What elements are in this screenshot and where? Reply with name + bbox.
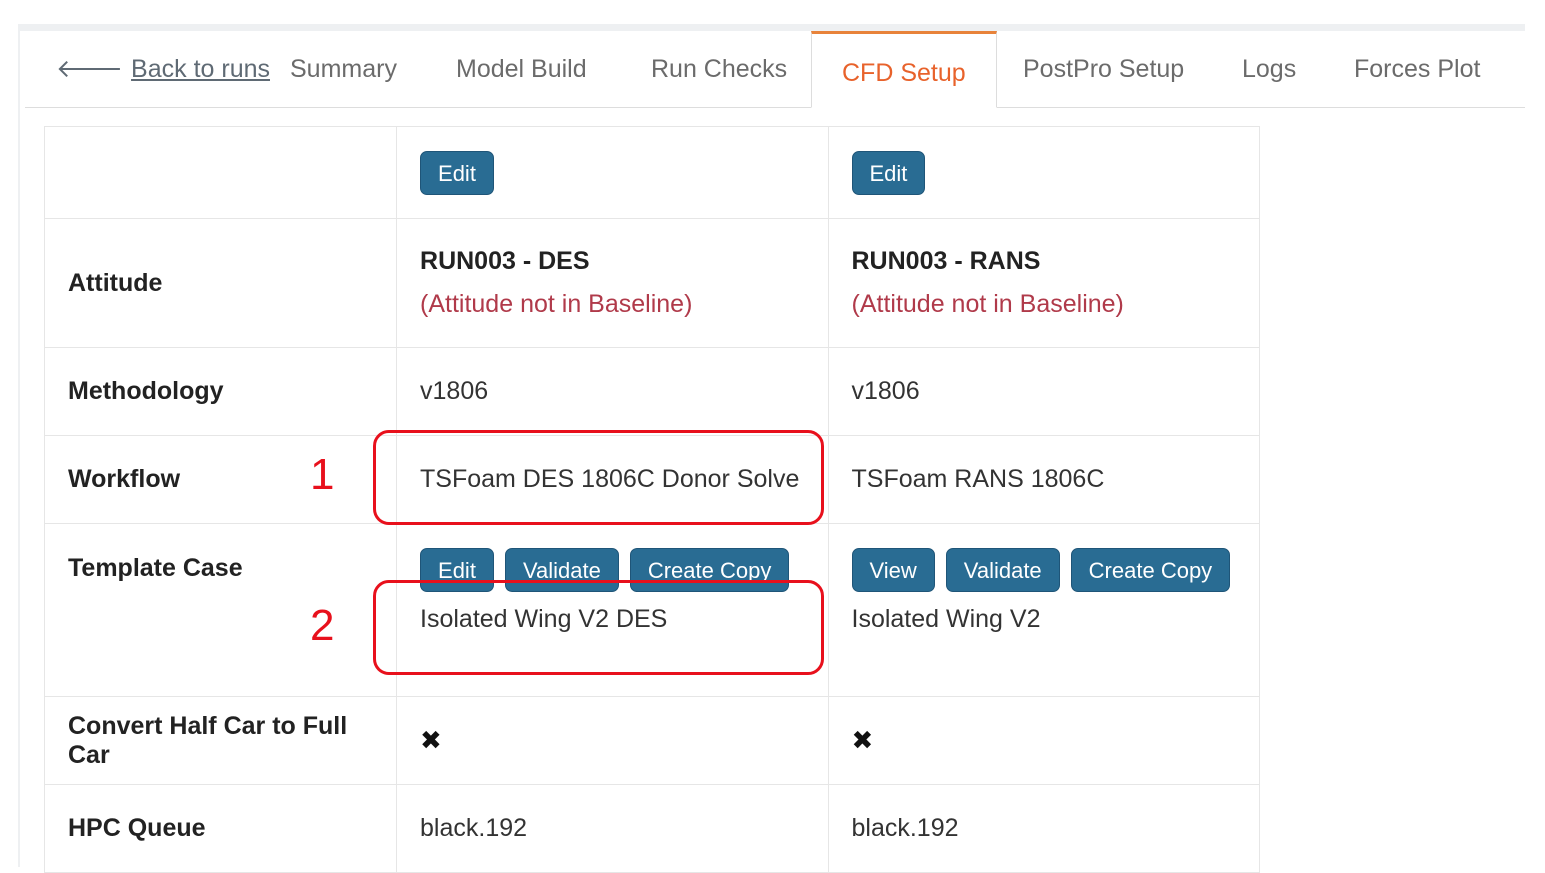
validate-button[interactable]: Validate [945, 548, 1060, 592]
empty-cell [43, 126, 398, 219]
cell: RUN003 - RANS (Attitude not in Baseline) [827, 218, 1260, 348]
attitude-value: RUN003 - RANS [851, 247, 1041, 275]
row-label: HPC Queue [43, 784, 398, 873]
table-row: Methodology v1806 v1806 [43, 347, 1260, 436]
row-label: Convert Half Car to Full Car [43, 696, 398, 785]
row-label: Attitude [43, 218, 398, 348]
row-label: Workflow [43, 435, 398, 524]
annotation-number-2: 2 [310, 601, 335, 650]
cell: View Validate Create Copy Isolated Wing V2 [827, 523, 1260, 697]
hpc-queue-value: black.192 [827, 784, 1260, 873]
tab-logs[interactable]: Logs [1242, 31, 1296, 107]
hpc-queue-value: black.192 [396, 784, 829, 873]
annotation-box-2 [373, 580, 824, 675]
cell: Edit [827, 126, 1260, 219]
annotation-number-1: 1 [310, 450, 335, 499]
attitude-warning: (Attitude not in Baseline) [420, 290, 693, 318]
back-label: Back to runs [131, 55, 270, 83]
methodology-value: v1806 [396, 347, 829, 436]
back-to-runs-link[interactable]: 🡐 Back to runs [56, 31, 270, 107]
attitude-warning: (Attitude not in Baseline) [851, 290, 1124, 318]
edit-run-button[interactable]: Edit [851, 150, 926, 195]
cross-icon: ✖ [851, 725, 874, 755]
tab-model-build[interactable]: Model Build [456, 31, 587, 107]
attitude-value: RUN003 - DES [420, 247, 590, 275]
cell: Edit [396, 126, 829, 219]
cell: ✖ [827, 696, 1260, 785]
tab-run-checks[interactable]: Run Checks [651, 31, 787, 107]
table-row: Convert Half Car to Full Car ✖ ✖ [43, 696, 1260, 785]
tab-summary[interactable]: Summary [290, 31, 397, 107]
row-label: Methodology [43, 347, 398, 436]
edit-run-button[interactable]: Edit [420, 150, 494, 195]
workflow-value: TSFoam RANS 1806C [827, 435, 1260, 524]
create-copy-button[interactable]: Create Copy [1070, 548, 1231, 592]
table-row: HPC Queue black.192 black.192 [43, 784, 1260, 873]
tab-forces-plot[interactable]: Forces Plot [1354, 31, 1480, 107]
tab-cfd-setup[interactable]: CFD Setup [811, 31, 997, 108]
table-row: Edit Edit [43, 126, 1260, 219]
cell: ✖ [396, 696, 829, 785]
template-case-value: Isolated Wing V2 [851, 605, 1041, 633]
cross-icon: ✖ [420, 725, 442, 755]
cell: RUN003 - DES (Attitude not in Baseline) [396, 218, 829, 348]
tab-bar: 🡐 Back to runs Summary Model Build Run Ch… [25, 31, 1525, 108]
methodology-value: v1806 [827, 347, 1260, 436]
arrow-left-icon: 🡐 [56, 55, 124, 83]
view-template-button[interactable]: View [851, 548, 935, 592]
annotation-box-1 [373, 430, 824, 525]
row-label: Template Case [43, 523, 398, 697]
tab-postpro-setup[interactable]: PostPro Setup [1023, 31, 1184, 107]
table-row: Attitude RUN003 - DES (Attitude not in B… [43, 218, 1260, 348]
